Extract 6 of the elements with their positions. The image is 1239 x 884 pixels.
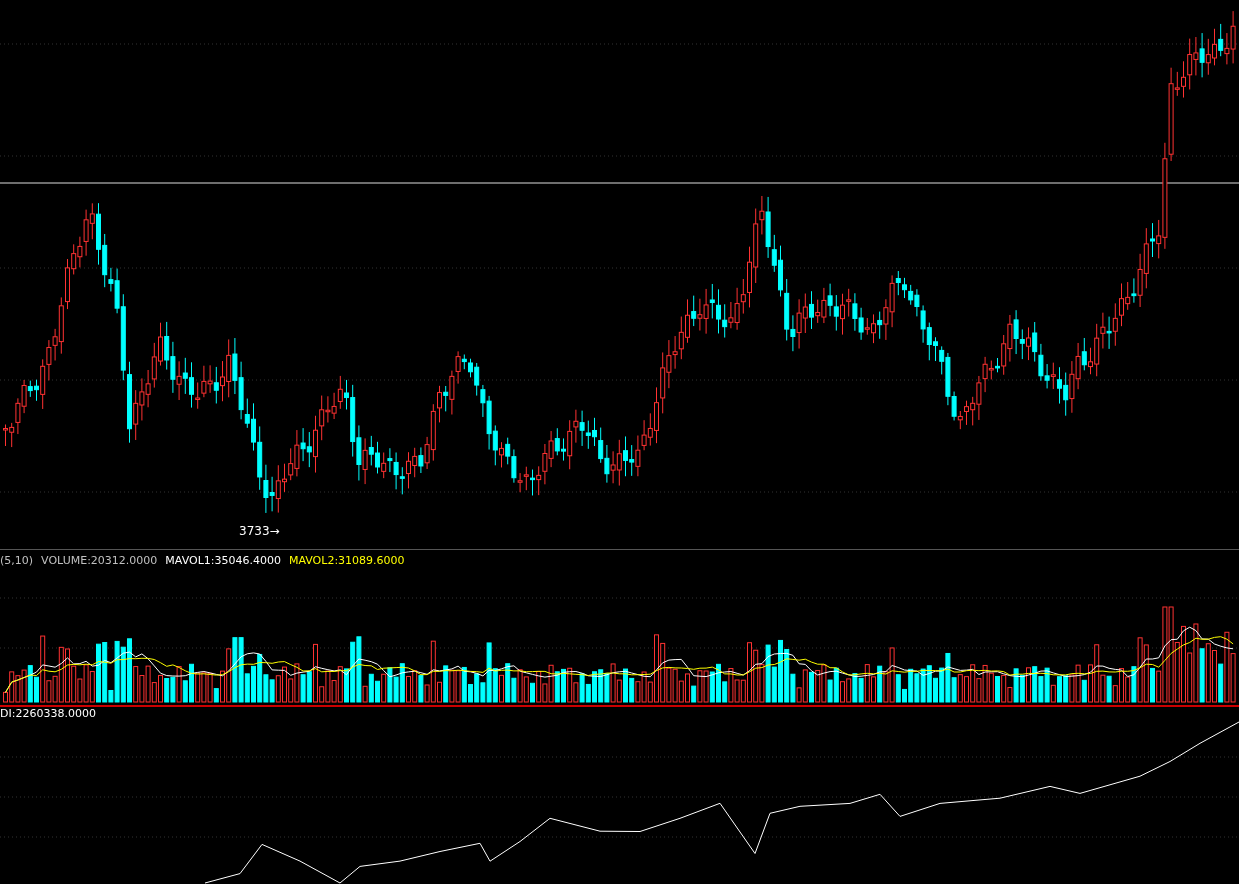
mavol2-value: MAVOL2:31089.6000 xyxy=(288,554,405,568)
price-label: 3733→ xyxy=(239,523,280,540)
indicator-params: (5,10) xyxy=(0,554,34,568)
volume-value: VOLUME:20312.0000 xyxy=(41,554,158,568)
mavol1-value: MAVOL1:35046.4000 xyxy=(165,554,281,568)
open-interest-value: DI:2260338.0000 xyxy=(0,707,96,720)
